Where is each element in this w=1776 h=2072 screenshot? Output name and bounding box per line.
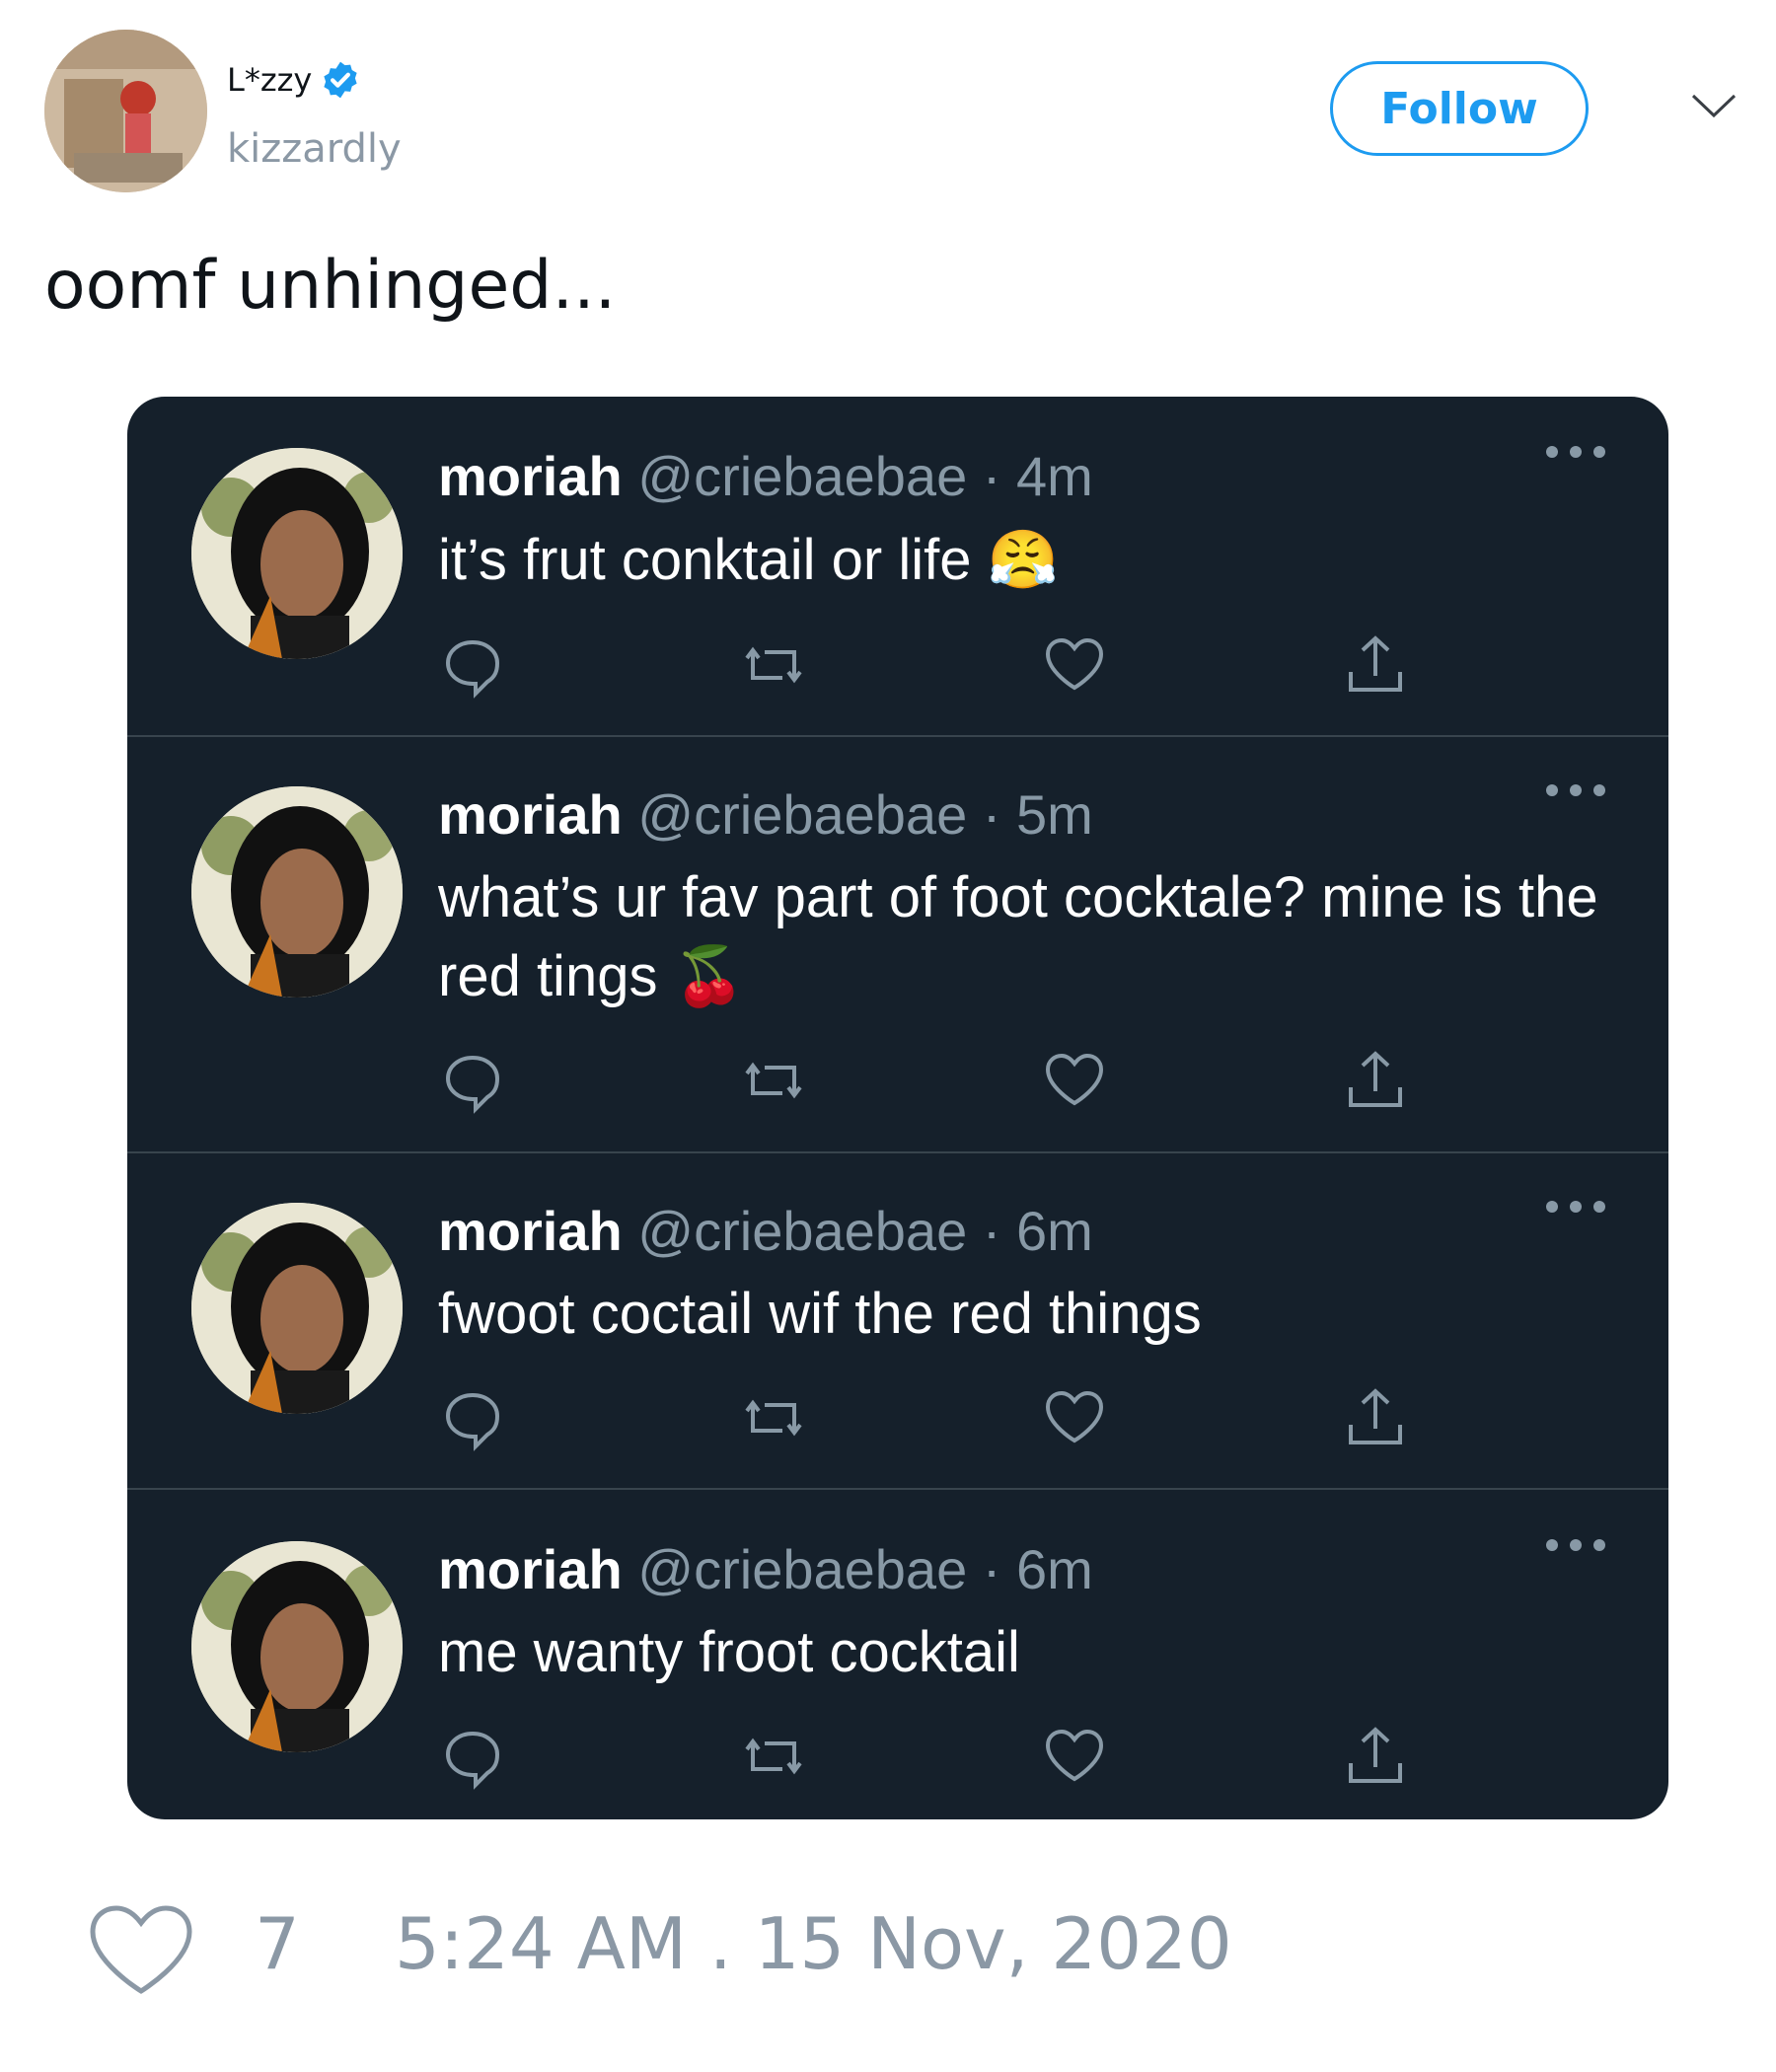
reply-icon[interactable] (438, 1046, 507, 1115)
tweet-divider (127, 1488, 1668, 1490)
tweet-avatar[interactable] (191, 448, 403, 659)
retweet-icon[interactable] (739, 630, 808, 700)
like-icon[interactable] (1040, 630, 1109, 700)
more-options-icon[interactable] (1536, 1535, 1615, 1555)
more-options-icon[interactable] (1536, 780, 1615, 800)
tweet-text: oomf unhinged... (44, 247, 617, 325)
tweet-author-handle[interactable]: @criebaebae (637, 1538, 967, 1600)
share-icon[interactable] (1341, 1383, 1410, 1452)
chevron-down-icon[interactable] (1689, 91, 1739, 120)
tweet-time[interactable]: 5m (1016, 783, 1093, 846)
tweet-divider (127, 735, 1668, 737)
author-display-name[interactable]: L*zzy (227, 61, 312, 99)
tweet-author-name[interactable]: moriah (438, 1200, 623, 1262)
share-icon[interactable] (1341, 1046, 1410, 1115)
author-name-row[interactable]: L*zzy (227, 59, 361, 101)
like-icon[interactable] (1040, 1383, 1109, 1452)
reply-icon[interactable] (438, 1722, 507, 1791)
tweet-time[interactable]: 4m (1016, 445, 1093, 507)
tweet-header: moriah @criebaebae · 6m (438, 1538, 1093, 1600)
share-icon[interactable] (1341, 1722, 1410, 1791)
tweet-header: moriah @criebaebae · 6m (438, 1200, 1093, 1262)
retweet-icon[interactable] (739, 1046, 808, 1115)
tweet-body: me wanty froot cocktail (438, 1620, 1020, 1684)
tweet-header: moriah @criebaebae · 4m (438, 445, 1093, 507)
like-icon[interactable] (1040, 1722, 1109, 1791)
tweet-time[interactable]: 6m (1016, 1538, 1093, 1600)
tweet-actions (438, 1383, 1573, 1452)
retweet-icon[interactable] (739, 1383, 808, 1452)
tweet-time[interactable]: 6m (1016, 1200, 1093, 1262)
tweet-actions (438, 1046, 1573, 1115)
tweet-author-handle[interactable]: @criebaebae (637, 445, 967, 507)
tweet-header: moriah @criebaebae · 5m (438, 783, 1093, 846)
tweet-avatar[interactable] (191, 786, 403, 998)
tweet-actions (438, 630, 1573, 700)
reply-icon[interactable] (438, 630, 507, 700)
tweet-author-handle[interactable]: @criebaebae (637, 1200, 967, 1262)
more-options-icon[interactable] (1536, 442, 1615, 462)
author-avatar[interactable] (44, 30, 207, 192)
tweet-author-handle[interactable]: @criebaebae (637, 783, 967, 846)
tweet-avatar[interactable] (191, 1203, 403, 1414)
tweet-divider (127, 1151, 1668, 1153)
embedded-screenshot: moriah @criebaebae · 4m it’s frut conkta… (127, 397, 1668, 1819)
tweet-author-name[interactable]: moriah (438, 1538, 623, 1600)
follow-button[interactable]: Follow (1330, 61, 1589, 156)
like-icon[interactable] (1040, 1046, 1109, 1115)
tweet-actions (438, 1722, 1573, 1791)
tweet-body: it’s frut conktail or life 😤 (438, 528, 1059, 592)
reply-icon[interactable] (438, 1383, 507, 1452)
more-options-icon[interactable] (1536, 1197, 1615, 1217)
like-count: 7 (255, 1902, 300, 1985)
tweet-timestamp[interactable]: 5:24 AM . 15 Nov, 2020 (395, 1902, 1232, 1985)
tweet-author-name[interactable]: moriah (438, 445, 623, 507)
verified-badge-icon (324, 61, 357, 99)
tweet-body: what’s ur fav part of foot cocktale? min… (438, 865, 1598, 1008)
tweet-body: fwoot coctail wif the red things (438, 1282, 1202, 1346)
tweet-author-name[interactable]: moriah (438, 783, 623, 846)
heart-icon[interactable] (87, 1902, 195, 1997)
retweet-icon[interactable] (739, 1722, 808, 1791)
tweet-avatar[interactable] (191, 1541, 403, 1752)
author-handle[interactable]: kizzardly (227, 126, 402, 172)
share-icon[interactable] (1341, 630, 1410, 700)
